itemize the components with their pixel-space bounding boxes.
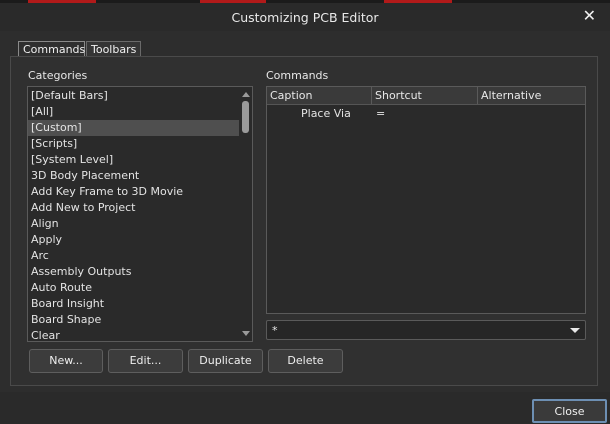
command-shortcut: = bbox=[376, 107, 386, 120]
table-row[interactable]: Place Via = bbox=[267, 106, 585, 122]
categories-label: Categories bbox=[28, 69, 88, 82]
dialog-footer bbox=[0, 392, 610, 424]
tab-commands[interactable]: Commands bbox=[18, 41, 85, 57]
commands-table[interactable]: Caption Shortcut Alternative Place Via = bbox=[266, 86, 586, 314]
edit-button[interactable]: Edit... bbox=[108, 349, 183, 373]
command-caption: Place Via bbox=[301, 107, 351, 120]
categories-scrollbar[interactable] bbox=[239, 87, 252, 341]
column-header-shortcut[interactable]: Shortcut bbox=[372, 87, 478, 104]
list-item[interactable]: Auto Route bbox=[28, 280, 240, 296]
column-header-caption[interactable]: Caption bbox=[267, 87, 372, 104]
list-item[interactable]: Add New to Project bbox=[28, 200, 240, 216]
close-icon[interactable]: ✕ bbox=[583, 6, 596, 25]
scroll-down-arrow-icon[interactable] bbox=[242, 331, 250, 336]
column-header-alternative[interactable]: Alternative bbox=[478, 87, 585, 104]
duplicate-button[interactable]: Duplicate bbox=[188, 349, 263, 373]
list-item[interactable]: Assembly Outputs bbox=[28, 264, 240, 280]
list-item[interactable]: Board Insight bbox=[28, 296, 240, 312]
window-title: Customizing PCB Editor bbox=[231, 10, 379, 25]
new-button[interactable]: New... bbox=[29, 349, 103, 373]
customizing-dialog: Customizing PCB Editor ✕ Commands Toolba… bbox=[0, 0, 610, 424]
list-item[interactable]: Board Shape bbox=[28, 312, 240, 328]
command-filter-combobox[interactable]: * bbox=[266, 320, 586, 340]
list-item[interactable]: 3D Body Placement bbox=[28, 168, 240, 184]
title-bar: Customizing PCB Editor ✕ bbox=[0, 3, 610, 31]
list-item[interactable]: Align bbox=[28, 216, 240, 232]
chevron-down-icon[interactable] bbox=[570, 328, 580, 333]
close-button[interactable]: Close bbox=[532, 399, 607, 423]
categories-list[interactable]: [Default Bars] [All] [Custom] [Scripts] … bbox=[27, 86, 253, 342]
scroll-thumb[interactable] bbox=[242, 101, 249, 133]
list-item[interactable]: [All] bbox=[28, 104, 240, 120]
list-item[interactable]: [System Level] bbox=[28, 152, 240, 168]
list-item[interactable]: [Default Bars] bbox=[28, 88, 240, 104]
list-item[interactable]: [Scripts] bbox=[28, 136, 240, 152]
list-item[interactable]: Clear bbox=[28, 328, 240, 341]
list-item[interactable]: Apply bbox=[28, 232, 240, 248]
categories-items: [Default Bars] [All] [Custom] [Scripts] … bbox=[28, 88, 240, 341]
commands-table-header: Caption Shortcut Alternative bbox=[267, 87, 585, 105]
list-item-selected[interactable]: [Custom] bbox=[28, 120, 240, 136]
scroll-up-arrow-icon[interactable] bbox=[242, 92, 250, 97]
list-item[interactable]: Add Key Frame to 3D Movie bbox=[28, 184, 240, 200]
tab-toolbars[interactable]: Toolbars bbox=[86, 41, 141, 57]
filter-value: * bbox=[272, 324, 278, 337]
list-item[interactable]: Arc bbox=[28, 248, 240, 264]
commands-label: Commands bbox=[266, 69, 329, 82]
delete-button[interactable]: Delete bbox=[268, 349, 343, 373]
